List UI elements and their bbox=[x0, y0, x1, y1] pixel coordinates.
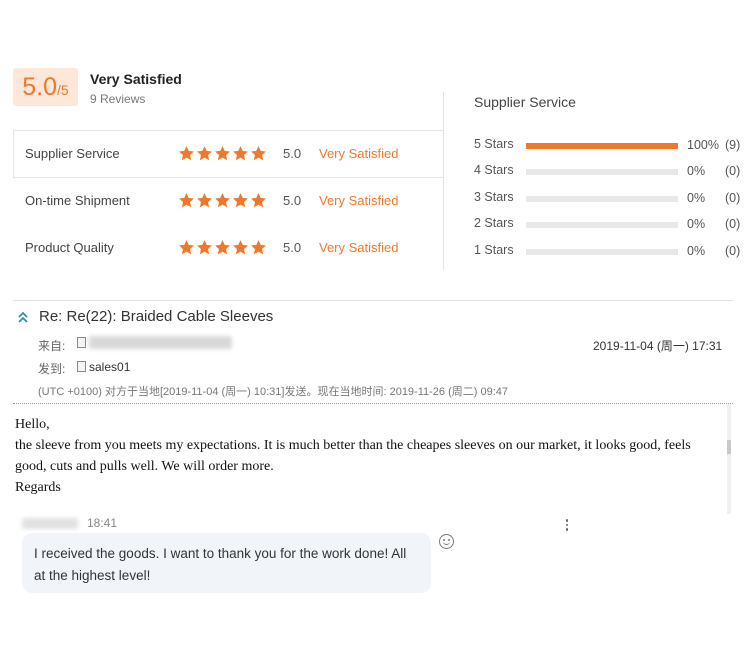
overall-score-badge: 5.0 /5 bbox=[13, 68, 78, 106]
rating-text: Very Satisfied bbox=[319, 146, 399, 161]
distribution-title: Supplier Service bbox=[474, 94, 576, 110]
scrollbar-thumb[interactable] bbox=[727, 440, 731, 454]
star-rating bbox=[178, 145, 267, 162]
rating-text: Very Satisfied bbox=[319, 240, 399, 255]
chat-time: 18:41 bbox=[87, 516, 118, 530]
distribution-count: (0) bbox=[725, 164, 741, 179]
email-body: Hello, the sleeve from you meets my expe… bbox=[15, 414, 715, 498]
distribution-bar bbox=[526, 248, 678, 255]
more-vertical-icon[interactable] bbox=[564, 519, 570, 533]
scrollbar[interactable] bbox=[727, 404, 731, 514]
distribution-row: 2 Stars 0% (0) bbox=[474, 215, 746, 241]
email-greeting: Hello, bbox=[15, 417, 50, 432]
rating-score: 5.0 bbox=[283, 146, 302, 161]
star-icon bbox=[214, 239, 231, 256]
from-label: 来自: bbox=[38, 339, 66, 353]
rating-row-on-time-shipment: On-time Shipment 5.0 Very Satisfied bbox=[13, 177, 444, 224]
star-icon bbox=[250, 192, 267, 209]
email-date: 2019-11-04 (周一) 17:31 bbox=[593, 339, 723, 353]
rating-row-supplier-service: Supplier Service 5.0 Very Satisfied bbox=[13, 130, 444, 177]
star-icon bbox=[232, 239, 249, 256]
star-icon bbox=[178, 239, 195, 256]
sender-address-redacted bbox=[89, 336, 232, 349]
email-signoff: Regards bbox=[15, 480, 61, 495]
distribution-count: (0) bbox=[725, 217, 741, 232]
distribution-count: (9) bbox=[725, 138, 741, 152]
overall-score: 5.0 bbox=[22, 73, 58, 101]
smiley-icon[interactable] bbox=[439, 534, 454, 549]
email-subject: Re: Re(22): Braided Cable Sleeves bbox=[39, 308, 274, 325]
recipient[interactable]: sales01 bbox=[89, 360, 130, 374]
email-paragraph: the sleeve from you meets my expectation… bbox=[15, 438, 691, 474]
to-label: 发到: bbox=[38, 362, 66, 376]
distribution-bar bbox=[526, 169, 678, 176]
rating-score: 5.0 bbox=[283, 193, 302, 208]
star-rating bbox=[178, 192, 267, 209]
distribution-percent: 0% bbox=[687, 190, 706, 205]
distribution-label: 2 Stars bbox=[474, 216, 514, 231]
distribution-percent: 100% bbox=[687, 138, 719, 152]
chat-message: I received the goods. I want to thank yo… bbox=[22, 533, 431, 593]
distribution-row: 3 Stars 0% (0) bbox=[474, 189, 746, 215]
star-icon bbox=[196, 145, 213, 162]
rating-table: Supplier Service 5.0 Very Satisfied On-t… bbox=[13, 130, 444, 271]
star-icon bbox=[214, 145, 231, 162]
rating-row-product-quality: Product Quality 5.0 Very Satisfied bbox=[13, 224, 444, 271]
star-icon bbox=[196, 192, 213, 209]
chat-sender-redacted bbox=[22, 518, 78, 529]
contact-card-icon bbox=[77, 361, 86, 372]
distribution-bar-fill bbox=[526, 143, 678, 149]
distribution-percent: 0% bbox=[687, 243, 706, 258]
rating-score: 5.0 bbox=[283, 240, 302, 255]
distribution-row: 4 Stars 0% (0) bbox=[474, 162, 746, 188]
star-icon bbox=[250, 239, 267, 256]
distribution-bar bbox=[526, 143, 678, 149]
star-icon bbox=[250, 145, 267, 162]
rating-text: Very Satisfied bbox=[319, 193, 399, 208]
overall-score-denominator: /5 bbox=[57, 82, 69, 98]
overall-satisfaction-label: Very Satisfied bbox=[90, 71, 182, 87]
distribution-label: 3 Stars bbox=[474, 189, 514, 204]
star-icon bbox=[178, 145, 195, 162]
star-icon bbox=[232, 192, 249, 209]
distribution-label: 1 Stars bbox=[474, 242, 514, 257]
distribution-label: 4 Stars bbox=[474, 163, 514, 178]
contact-card-icon bbox=[77, 337, 86, 348]
rating-label: Supplier Service bbox=[25, 146, 120, 161]
star-icon bbox=[178, 192, 195, 209]
star-rating bbox=[178, 239, 267, 256]
distribution-bar bbox=[526, 195, 678, 202]
star-icon bbox=[232, 145, 249, 162]
distribution-percent: 0% bbox=[687, 217, 706, 232]
timezone-note: (UTC +0100) 对方于当地[2019-11-04 (周一) 10:31]… bbox=[38, 386, 508, 398]
distribution-percent: 0% bbox=[687, 164, 706, 179]
distribution-bar bbox=[526, 222, 678, 229]
star-icon bbox=[214, 192, 231, 209]
star-icon bbox=[196, 239, 213, 256]
header-body-divider bbox=[13, 403, 733, 404]
distribution-count: (0) bbox=[725, 243, 741, 258]
distribution-label: 5 Stars bbox=[474, 137, 514, 151]
distribution-row: 1 Stars 0% (0) bbox=[474, 242, 746, 268]
review-count: 9 Reviews bbox=[90, 92, 146, 106]
star-distribution: 5 Stars 100% (9) 4 Stars 0% (0) 3 Stars … bbox=[474, 136, 746, 268]
chevron-double-up-icon[interactable] bbox=[17, 311, 29, 323]
rating-label: Product Quality bbox=[25, 240, 114, 255]
distribution-count: (0) bbox=[725, 190, 741, 205]
distribution-row: 5 Stars 100% (9) bbox=[474, 136, 746, 162]
section-divider bbox=[13, 300, 733, 301]
rating-label: On-time Shipment bbox=[25, 193, 130, 208]
